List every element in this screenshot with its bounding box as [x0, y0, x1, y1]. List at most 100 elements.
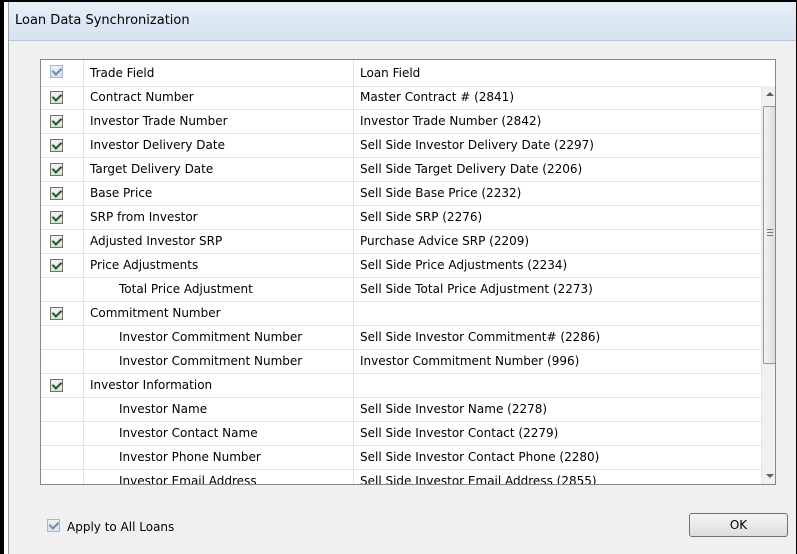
- table-row[interactable]: Investor Contact Name Sell Side Investor …: [41, 422, 761, 446]
- table-row[interactable]: Investor Delivery Date Sell Side Investor…: [41, 134, 761, 158]
- row-checkbox-cell: [41, 134, 84, 157]
- trade-field-cell: Investor Email Address: [84, 470, 354, 484]
- window-title: Loan Data Synchronization: [15, 13, 190, 28]
- header-trade-field[interactable]: Trade Field: [84, 60, 354, 86]
- loan-field-cell: Master Contract # (2841): [360, 90, 515, 104]
- row-checkbox-cell: [41, 446, 84, 469]
- trade-field-cell: Investor Delivery Date: [84, 134, 354, 157]
- table-row[interactable]: Total Price Adjustment Sell Side Total Pr…: [41, 278, 761, 302]
- table-row[interactable]: Investor Name Sell Side Investor Name (22…: [41, 398, 761, 422]
- table-row[interactable]: Adjusted Investor SRP Purchase Advice SRP…: [41, 230, 761, 254]
- trade-field-cell: Investor Name: [84, 398, 354, 421]
- loan-field-cell: Sell Side Investor Contact Phone (2280): [360, 450, 600, 464]
- chevron-up-icon: [766, 92, 774, 96]
- loan-field-cell: [354, 302, 761, 325]
- header-loan-field[interactable]: Loan Field: [354, 60, 761, 86]
- header-checkbox-cell: [41, 60, 84, 86]
- loan-field-cell: Sell Side Investor Name (2278): [360, 402, 548, 416]
- row-checkbox-cell: [41, 470, 84, 484]
- row-checkbox[interactable]: [50, 115, 63, 128]
- row-checkbox[interactable]: [50, 91, 63, 104]
- left-edge: [0, 0, 4, 554]
- row-checkbox-cell: [41, 86, 84, 109]
- scroll-down-button[interactable]: [762, 467, 775, 484]
- row-checkbox-cell: [41, 326, 84, 349]
- vertical-scrollbar[interactable]: [761, 86, 775, 484]
- row-checkbox-cell: [41, 230, 84, 253]
- table-row[interactable]: SRP from Investor Sell Side SRP (2276): [41, 206, 761, 230]
- table-row[interactable]: Investor Email Address Sell Side Investor…: [41, 470, 761, 485]
- grip-line: [767, 235, 773, 236]
- row-checkbox[interactable]: [50, 187, 63, 200]
- title-bar: Loan Data Synchronization: [9, 2, 796, 41]
- grip-line: [767, 232, 773, 233]
- trade-field-cell: Investor Contact Name: [84, 422, 354, 445]
- row-checkbox-cell: [41, 110, 84, 133]
- trade-field-cell: Investor Commitment Number: [84, 350, 354, 373]
- apply-all-loans-checkbox[interactable]: [47, 519, 60, 532]
- trade-field-cell: Target Delivery Date: [84, 158, 354, 181]
- table-row[interactable]: Contract Number Master Contract # (2841): [41, 86, 761, 110]
- table-row[interactable]: Investor Phone Number Sell Side Investor …: [41, 446, 761, 470]
- table-row[interactable]: Target Delivery Date Sell Side Target Del…: [41, 158, 761, 182]
- scroll-thumb[interactable]: [763, 106, 775, 364]
- loan-field-cell: Sell Side Total Price Adjustment (2273): [360, 282, 593, 296]
- trade-field-cell: Base Price: [84, 182, 354, 205]
- row-checkbox[interactable]: [50, 211, 63, 224]
- row-checkbox-cell: [41, 182, 84, 205]
- table-row[interactable]: Commitment Number: [41, 302, 761, 326]
- loan-field-cell: Sell Side Price Adjustments (2234): [360, 258, 568, 272]
- table-row[interactable]: Investor Commitment Number Sell Side Inve…: [41, 326, 761, 350]
- row-checkbox-cell: [41, 398, 84, 421]
- loan-field-cell: Sell Side Investor Email Address (2855): [360, 474, 597, 485]
- row-checkbox[interactable]: [50, 259, 63, 272]
- ok-button[interactable]: OK: [689, 513, 788, 537]
- trade-field-cell: Commitment Number: [84, 302, 354, 325]
- table-row[interactable]: Investor Trade Number Investor Trade Numb…: [41, 110, 761, 134]
- trade-field-cell: Investor Phone Number: [84, 446, 354, 469]
- row-checkbox-cell: [41, 374, 84, 397]
- loan-field-cell: Sell Side SRP (2276): [360, 210, 483, 224]
- apply-all-loans-label: Apply to All Loans: [67, 520, 175, 534]
- trade-field-cell: Contract Number: [84, 86, 354, 109]
- grid-header: Trade Field Loan Field: [41, 60, 761, 87]
- loan-field-cell: Sell Side Investor Commitment# (2286): [360, 330, 601, 344]
- row-checkbox-cell: [41, 302, 84, 325]
- loan-field-cell: Sell Side Target Delivery Date (2206): [360, 162, 583, 176]
- trade-field-cell: Investor Commitment Number: [84, 326, 354, 349]
- loan-field-cell: Investor Commitment Number (996): [360, 354, 580, 368]
- trade-field-cell: SRP from Investor: [84, 206, 354, 229]
- dialog-window: Loan Data Synchronization Trade Field Lo…: [8, 2, 796, 554]
- row-checkbox-cell: [41, 422, 84, 445]
- scroll-up-button[interactable]: [762, 86, 775, 103]
- select-all-checkbox[interactable]: [50, 65, 63, 78]
- trade-field-cell: Adjusted Investor SRP: [84, 230, 354, 253]
- table-row[interactable]: Investor Commitment Number Investor Commi…: [41, 350, 761, 374]
- row-checkbox[interactable]: [50, 163, 63, 176]
- trade-field-cell: Investor Information: [84, 374, 354, 397]
- chevron-down-icon: [766, 474, 774, 478]
- row-checkbox[interactable]: [50, 139, 63, 152]
- table-row[interactable]: Price Adjustments Sell Side Price Adjustm…: [41, 254, 761, 278]
- loan-field-cell: [354, 374, 761, 397]
- row-checkbox-cell: [41, 278, 84, 301]
- trade-field-cell: Price Adjustments: [84, 254, 354, 277]
- row-checkbox-cell: [41, 350, 84, 373]
- loan-field-cell: Investor Trade Number (2842): [360, 114, 542, 128]
- table-row[interactable]: Investor Information: [41, 374, 761, 398]
- row-checkbox-cell: [41, 254, 84, 277]
- loan-field-cell: Purchase Advice SRP (2209): [360, 234, 530, 248]
- table-row[interactable]: Base Price Sell Side Base Price (2232): [41, 182, 761, 206]
- loan-field-cell: Sell Side Base Price (2232): [360, 186, 522, 200]
- row-checkbox[interactable]: [50, 307, 63, 320]
- grip-line: [767, 229, 773, 230]
- loan-field-cell: Sell Side Investor Contact (2279): [360, 426, 559, 440]
- trade-field-cell: Investor Trade Number: [84, 110, 354, 133]
- loan-field-cell: Sell Side Investor Delivery Date (2297): [360, 138, 594, 152]
- row-checkbox-cell: [41, 206, 84, 229]
- row-checkbox[interactable]: [50, 235, 63, 248]
- field-mapping-grid: Trade Field Loan Field Contract Number Ma…: [40, 59, 776, 485]
- row-checkbox[interactable]: [50, 379, 63, 392]
- trade-field-cell: Total Price Adjustment: [84, 278, 354, 301]
- row-checkbox-cell: [41, 158, 84, 181]
